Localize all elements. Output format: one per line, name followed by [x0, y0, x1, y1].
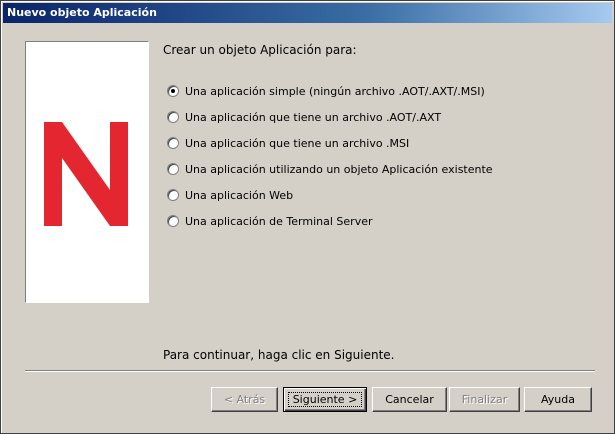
option-label: Una aplicación que tiene un archivo .MSI: [185, 136, 410, 150]
wizard-window: Nuevo objeto Aplicación Crear un objeto …: [0, 0, 615, 434]
focus-ring: [288, 392, 362, 407]
option-label: Una aplicación utilizando un objeto Apli…: [185, 162, 493, 176]
title-bar[interactable]: Nuevo objeto Aplicación: [3, 3, 612, 23]
cancel-button[interactable]: Cancelar: [372, 387, 447, 412]
intro-text: Crear un objeto Aplicación para:: [163, 43, 357, 57]
radio-simple-app[interactable]: [167, 85, 179, 97]
next-button[interactable]: Siguiente >: [283, 387, 367, 412]
back-button[interactable]: < Atrás: [211, 387, 278, 412]
option-simple-app[interactable]: Una aplicación simple (ningún archivo .A…: [167, 83, 485, 99]
logo-n-shape: [44, 122, 128, 226]
novell-n-logo-icon: [44, 122, 128, 226]
window-title: Nuevo objeto Aplicación: [7, 6, 157, 19]
option-label: Una aplicación que tiene un archivo .AOT…: [185, 110, 442, 124]
radio-existing-app[interactable]: [167, 163, 179, 175]
option-terminal-server-app[interactable]: Una aplicación de Terminal Server: [167, 213, 373, 229]
radio-aot-axt-app[interactable]: [167, 111, 179, 123]
radio-web-app[interactable]: [167, 189, 179, 201]
help-button[interactable]: Ayuda: [524, 387, 592, 412]
logo-panel: [25, 41, 149, 303]
option-msi-app[interactable]: Una aplicación que tiene un archivo .MSI: [167, 135, 409, 151]
option-existing-app[interactable]: Una aplicación utilizando un objeto Apli…: [167, 161, 493, 177]
continue-hint: Para continuar, haga clic en Siguiente.: [163, 348, 395, 362]
finish-button[interactable]: Finalizar: [449, 387, 520, 412]
radio-terminal-server-app[interactable]: [167, 215, 179, 227]
option-label: Una aplicación de Terminal Server: [185, 214, 373, 228]
separator: [25, 370, 595, 372]
option-label: Una aplicación simple (ningún archivo .A…: [185, 84, 485, 98]
radio-msi-app[interactable]: [167, 137, 179, 149]
option-aot-axt-app[interactable]: Una aplicación que tiene un archivo .AOT…: [167, 109, 441, 125]
option-web-app[interactable]: Una aplicación Web: [167, 187, 293, 203]
option-label: Una aplicación Web: [185, 188, 294, 202]
